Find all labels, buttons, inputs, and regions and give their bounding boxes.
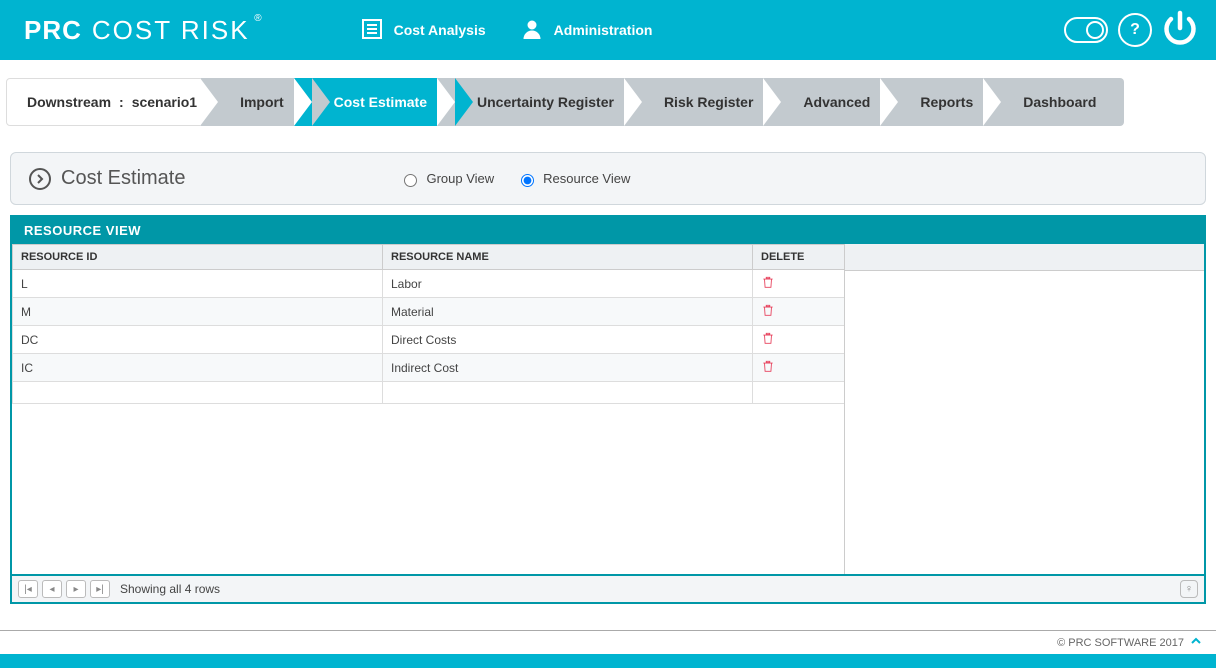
radio-resource-view[interactable]: Resource View bbox=[516, 171, 630, 187]
table-row-empty[interactable] bbox=[13, 382, 845, 404]
radio-input-resource[interactable] bbox=[521, 174, 534, 187]
resource-table: RESOURCE ID RESOURCE NAME DELETE L Labor… bbox=[12, 244, 845, 404]
card-title: RESOURCE VIEW bbox=[12, 217, 1204, 244]
pager-last[interactable]: ▸| bbox=[90, 580, 110, 598]
trash-icon[interactable] bbox=[761, 362, 775, 376]
brand-light: COST RISK bbox=[92, 15, 250, 46]
chevron-right-icon[interactable] bbox=[29, 168, 51, 190]
right-header bbox=[845, 244, 1204, 271]
pager-prev[interactable]: ◂ bbox=[42, 580, 62, 598]
cell-name[interactable]: Material bbox=[383, 298, 753, 326]
pager-first[interactable]: |◂ bbox=[18, 580, 38, 598]
menu-administration[interactable]: Administration bbox=[520, 17, 653, 44]
header-menu: Cost Analysis Administration bbox=[360, 17, 653, 44]
footer-copyright: © PRC SOFTWARE 2017 bbox=[1057, 637, 1184, 649]
breadcrumb-name: scenario1 bbox=[132, 94, 197, 110]
pager-next[interactable]: ▸ bbox=[66, 580, 86, 598]
radio-label: Resource View bbox=[543, 171, 630, 186]
section-title-text: Cost Estimate bbox=[61, 167, 185, 190]
brand-registered: ® bbox=[254, 13, 261, 24]
toggle-switch[interactable] bbox=[1064, 17, 1108, 43]
step-label: Dashboard bbox=[1023, 94, 1096, 110]
cell-name[interactable]: Indirect Cost bbox=[383, 354, 753, 382]
hint-icon[interactable]: ♀ bbox=[1180, 580, 1198, 598]
list-icon bbox=[360, 17, 384, 44]
help-button[interactable]: ? bbox=[1118, 13, 1152, 47]
step-label: Reports bbox=[920, 94, 973, 110]
cell-name[interactable]: Labor bbox=[383, 270, 753, 298]
pager: |◂ ◂ ▸ ▸| Showing all 4 rows ♀ bbox=[12, 574, 1204, 602]
menu-cost-analysis[interactable]: Cost Analysis bbox=[360, 17, 486, 44]
cell-delete bbox=[753, 326, 845, 354]
step-label: Import bbox=[240, 94, 284, 110]
radio-input-group[interactable] bbox=[404, 174, 417, 187]
resource-table-card: RESOURCE VIEW RESOURCE ID RESOURCE NAME … bbox=[10, 215, 1206, 604]
section-title: Cost Estimate bbox=[29, 167, 185, 190]
pager-status: Showing all 4 rows bbox=[120, 582, 220, 596]
breadcrumb-sep: : bbox=[119, 94, 124, 110]
trash-icon[interactable] bbox=[761, 278, 775, 292]
trash-icon[interactable] bbox=[761, 334, 775, 348]
table-row[interactable]: M Material bbox=[13, 298, 845, 326]
breadcrumb: Downstream : scenario1 bbox=[6, 78, 218, 126]
view-options: Group View Resource View bbox=[399, 171, 630, 187]
brand-bold: PRC bbox=[24, 15, 82, 46]
step-label: Advanced bbox=[803, 94, 870, 110]
table-row[interactable]: IC Indirect Cost bbox=[13, 354, 845, 382]
radio-label: Group View bbox=[426, 171, 494, 186]
menu-label: Administration bbox=[554, 22, 653, 38]
cell-id[interactable]: M bbox=[13, 298, 383, 326]
table-row[interactable]: DC Direct Costs bbox=[13, 326, 845, 354]
col-resource-id[interactable]: RESOURCE ID bbox=[13, 245, 383, 270]
cell-delete bbox=[753, 354, 845, 382]
footer: © PRC SOFTWARE 2017 bbox=[0, 630, 1216, 654]
table-empty-area bbox=[12, 404, 844, 574]
chevron-up-icon[interactable] bbox=[1190, 635, 1202, 650]
cell-id[interactable]: IC bbox=[13, 354, 383, 382]
trash-icon[interactable] bbox=[761, 306, 775, 320]
step-label: Uncertainty Register bbox=[477, 94, 614, 110]
power-button[interactable] bbox=[1162, 10, 1198, 51]
bottom-accent-bar bbox=[0, 654, 1216, 668]
user-icon bbox=[520, 17, 544, 44]
app-header: PRC COST RISK ® Cost Analysis Administra… bbox=[0, 0, 1216, 60]
cell-name[interactable]: Direct Costs bbox=[383, 326, 753, 354]
section-panel: Cost Estimate Group View Resource View bbox=[10, 152, 1206, 205]
cell-id[interactable]: DC bbox=[13, 326, 383, 354]
step-label: Risk Register bbox=[664, 94, 753, 110]
step-nav: Downstream : scenario1 Import Cost Estim… bbox=[6, 78, 1210, 126]
brand-logo: PRC COST RISK ® bbox=[24, 15, 250, 46]
cell-delete bbox=[753, 270, 845, 298]
col-delete[interactable]: DELETE bbox=[753, 245, 845, 270]
menu-label: Cost Analysis bbox=[394, 22, 486, 38]
cell-id[interactable]: L bbox=[13, 270, 383, 298]
header-right: ? bbox=[1064, 10, 1198, 51]
toggle-knob bbox=[1086, 21, 1104, 39]
table-right-pane bbox=[844, 244, 1204, 574]
breadcrumb-prefix: Downstream bbox=[27, 94, 111, 110]
radio-group-view[interactable]: Group View bbox=[399, 171, 494, 187]
step-label: Cost Estimate bbox=[334, 94, 427, 110]
cell-delete bbox=[753, 298, 845, 326]
table-row[interactable]: L Labor bbox=[13, 270, 845, 298]
table-header-row: RESOURCE ID RESOURCE NAME DELETE bbox=[13, 245, 845, 270]
col-resource-name[interactable]: RESOURCE NAME bbox=[383, 245, 753, 270]
